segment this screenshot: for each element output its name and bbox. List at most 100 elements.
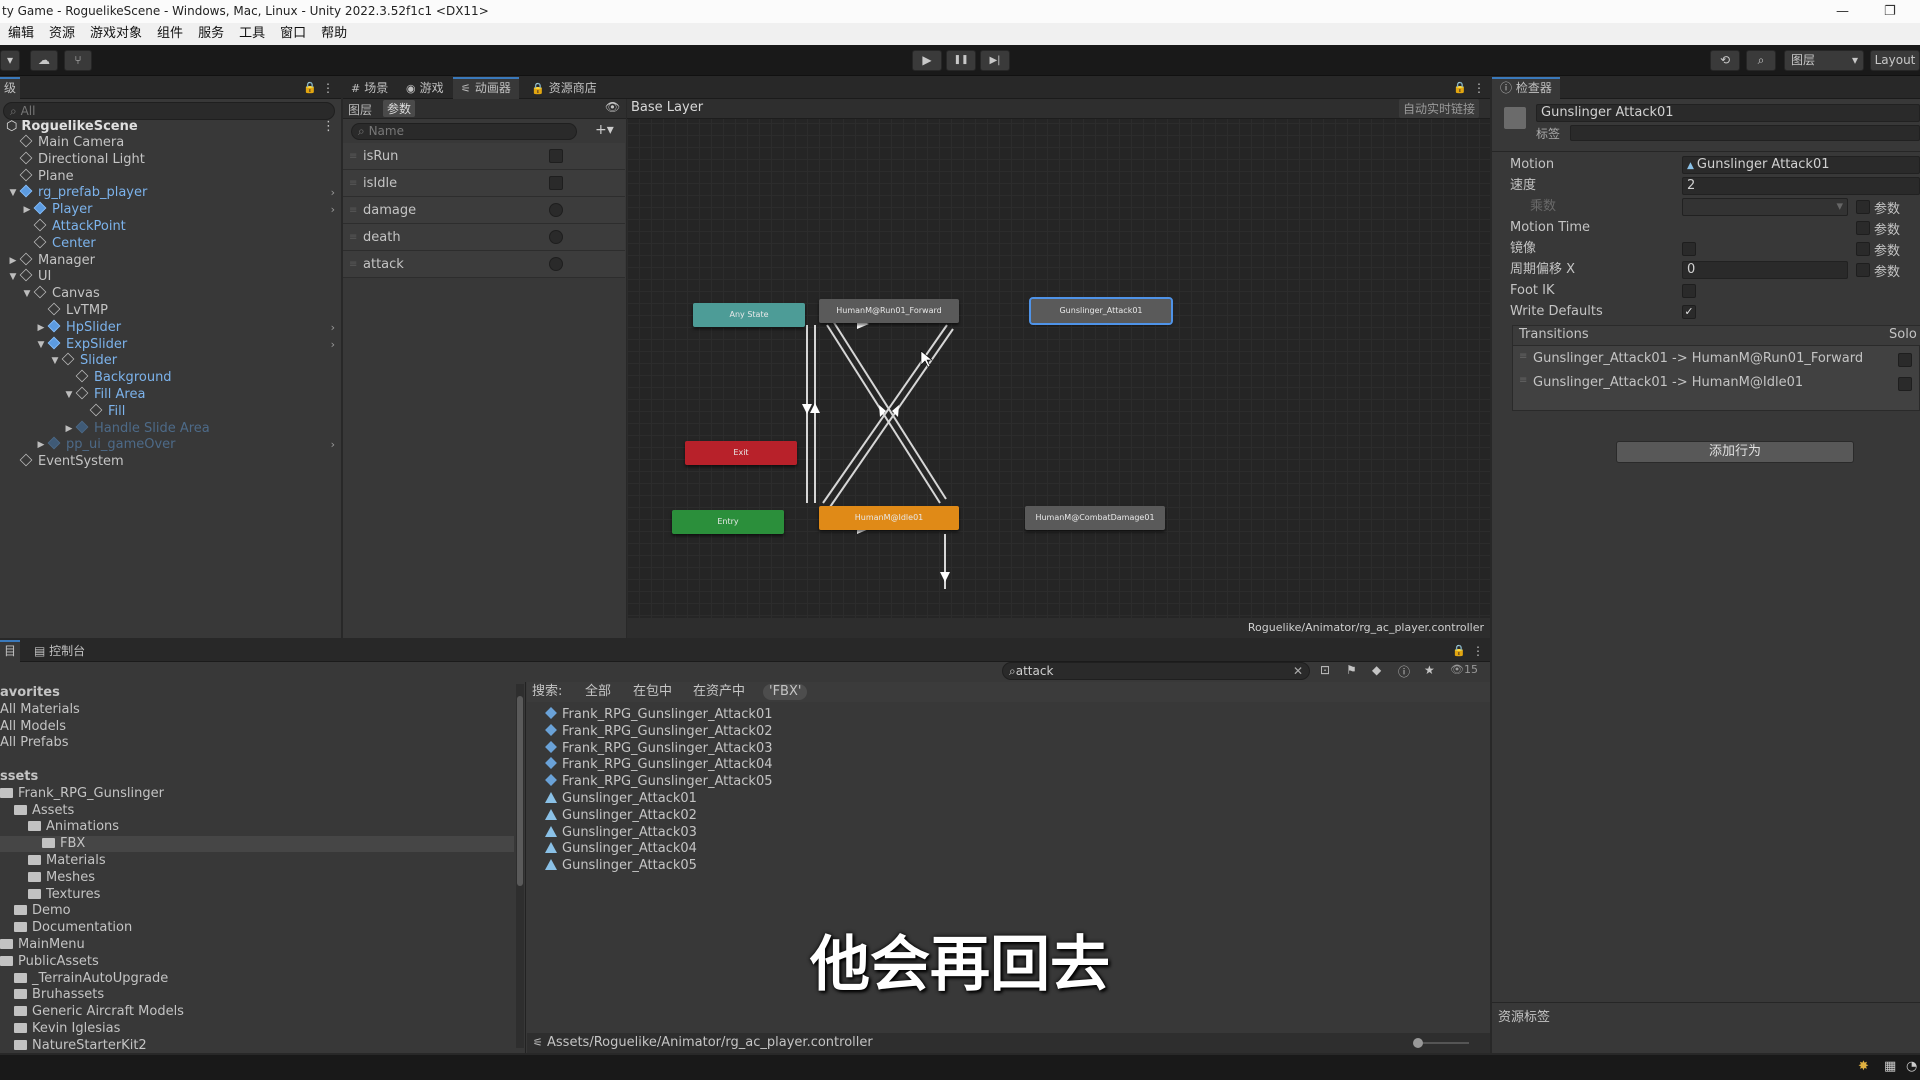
asset-result-item[interactable]: Gunslinger_Attack03 [545,825,697,841]
folder-item[interactable]: NatureStarterKit2 [14,1038,147,1053]
folder-item[interactable]: Materials [28,853,106,869]
eye-icon[interactable]: 👁 [605,100,620,114]
chevron-right-icon[interactable]: ▶ [8,253,18,269]
asset-result-item[interactable]: Gunslinger_Attack02 [545,808,697,824]
scope-in-assets[interactable]: 在资产中 [693,682,745,702]
foot-ik-checkbox[interactable] [1682,284,1696,298]
state-exit[interactable]: Exit [685,441,797,465]
trigger-toggle[interactable] [549,257,563,271]
hierarchy-item[interactable]: Manager [19,252,95,269]
motion-field[interactable]: ▲ Gunslinger Attack01 [1682,156,1920,174]
asset-result-item[interactable]: Gunslinger_Attack05 [545,858,697,874]
hierarchy-item[interactable]: Fill [89,403,125,420]
state-entry[interactable]: Entry [672,510,784,534]
more-icon[interactable]: ⋮ [322,119,335,134]
asset-result-item[interactable]: Frank_RPG_Gunslinger_Attack05 [545,774,772,790]
solo-checkbox[interactable] [1898,353,1912,367]
solo-checkbox[interactable] [1898,377,1912,391]
chevron-down-icon[interactable]: ▼ [64,387,74,403]
tree-section[interactable]: avorites [0,685,60,701]
menu-window[interactable]: 窗口 [272,23,313,45]
menu-component[interactable]: 组件 [149,23,190,45]
parameter-row[interactable]: ≡ isIdle [343,170,625,197]
tag-field[interactable] [1570,125,1920,141]
write-defaults-checkbox[interactable]: ✓ [1682,305,1696,319]
menu-tools[interactable]: 工具 [231,23,272,45]
tab-hierarchy[interactable]: 级 [0,77,21,99]
chevron-down-icon[interactable]: ▼ [8,269,18,285]
hierarchy-item[interactable]: rg_prefab_player [19,185,147,201]
asset-result-item[interactable]: Gunslinger_Attack04 [545,841,697,857]
add-parameter-button[interactable]: +▾ [595,122,614,138]
tree-section[interactable]: ssets [0,769,38,785]
network-icon[interactable]: ▦ [1884,1059,1896,1074]
tab-project[interactable]: 目 [0,640,21,662]
hierarchy-item[interactable]: AttackPoint [33,218,126,235]
asset-result-item[interactable]: Frank_RPG_Gunslinger_Attack01 [545,707,772,723]
mirror-checkbox[interactable] [1682,242,1696,256]
tab-scene[interactable]: # 场景 [343,77,396,99]
folder-item[interactable]: Assets [14,803,74,819]
parameter-row[interactable]: ≡ attack [343,251,625,278]
drag-handle-icon[interactable]: ≡ [349,251,357,278]
hierarchy-item[interactable]: Center [33,235,96,252]
folder-item[interactable]: FBX [0,836,514,853]
parameter-row[interactable]: ≡ death [343,224,625,251]
state-combat-damage[interactable]: HumanM@CombatDamage01 [1025,506,1165,530]
step-button[interactable]: ▶| [980,50,1010,71]
param-search-input[interactable]: ⌕ Name [351,123,577,140]
play-button[interactable]: ▶ [912,50,942,71]
asset-result-item[interactable]: Gunslinger_Attack01 [545,791,697,807]
tab-game[interactable]: ◉ 游戏 [398,77,452,99]
folder-item[interactable]: Meshes [28,870,95,886]
animator-graph[interactable]: Base Layer 自动实时链接 Any State HumanM@Run01… [627,99,1490,638]
object-name-field[interactable]: Gunslinger Attack01 [1536,104,1920,122]
hierarchy-item[interactable]: LvTMP [47,302,108,319]
slider-handle[interactable] [1413,1038,1423,1048]
asset-result-item[interactable]: Frank_RPG_Gunslinger_Attack03 [545,741,772,757]
folder-item[interactable]: Animations [28,819,119,835]
lock-icon[interactable]: 🔒 [1453,77,1467,99]
filter-icon[interactable]: ⚑ [1346,663,1357,677]
menu-gameobject[interactable]: 游戏对象 [82,23,149,45]
drag-handle-icon[interactable]: ≡ [349,197,357,224]
hierarchy-item[interactable]: Player [33,201,92,218]
open-prefab-icon[interactable]: › [331,320,335,336]
tab-inspector[interactable]: ⓘ 检查器 [1492,77,1560,99]
search-button[interactable]: ⌕ [1746,50,1776,71]
chevron-down-icon[interactable]: ▼ [8,185,18,201]
label-icon[interactable]: ◆ [1372,663,1381,677]
state-any-state[interactable]: Any State [693,303,805,327]
hierarchy-item[interactable]: Slider [61,353,117,369]
hierarchy-item[interactable]: Directional Light [19,151,145,168]
more-icon[interactable]: ⋮ [1473,77,1485,99]
drag-handle-icon[interactable]: ≡ [349,224,357,251]
menu-edit[interactable]: 编辑 [0,23,41,45]
folder-item[interactable]: Textures [28,887,100,903]
tree-section[interactable]: All Materials [0,702,80,718]
hierarchy-item[interactable]: Background [75,369,172,386]
transition-item[interactable]: ≡ Gunslinger_Attack01 -> HumanM@Idle01 [1513,372,1920,396]
bool-checkbox[interactable] [549,149,563,163]
lock-icon[interactable]: 🔒 [1452,640,1466,662]
chevron-right-icon[interactable]: ▶ [64,421,74,437]
motion-time-param-checkbox[interactable] [1856,221,1870,235]
trigger-toggle[interactable] [549,203,563,217]
info-icon[interactable]: ⓘ [1398,663,1410,680]
parameter-row[interactable]: ≡ damage [343,197,625,224]
multiplier-param-checkbox[interactable] [1856,200,1870,214]
project-search-input[interactable]: ⌕attack ✕ [1002,662,1310,680]
folder-item[interactable]: Generic Aircraft Models [14,1004,184,1020]
parameter-row[interactable]: ≡ isRun [343,143,625,170]
clear-search-icon[interactable]: ✕ [1293,663,1303,679]
drag-handle-icon[interactable]: ≡ [1519,375,1527,386]
collab-button[interactable]: ⑂ [64,50,92,71]
hierarchy-item[interactable]: Plane [19,168,74,185]
scope-in-packages[interactable]: 在包中 [633,682,672,702]
hierarchy-item[interactable]: pp_ui_gameOver [47,437,176,453]
more-icon[interactable]: ⋮ [322,77,334,99]
asset-result-item[interactable]: Frank_RPG_Gunslinger_Attack02 [545,724,772,740]
chevron-down-icon[interactable]: ▼ [36,337,46,353]
add-behaviour-button[interactable]: 添加行为 [1616,441,1854,463]
open-prefab-icon[interactable]: › [331,185,335,201]
